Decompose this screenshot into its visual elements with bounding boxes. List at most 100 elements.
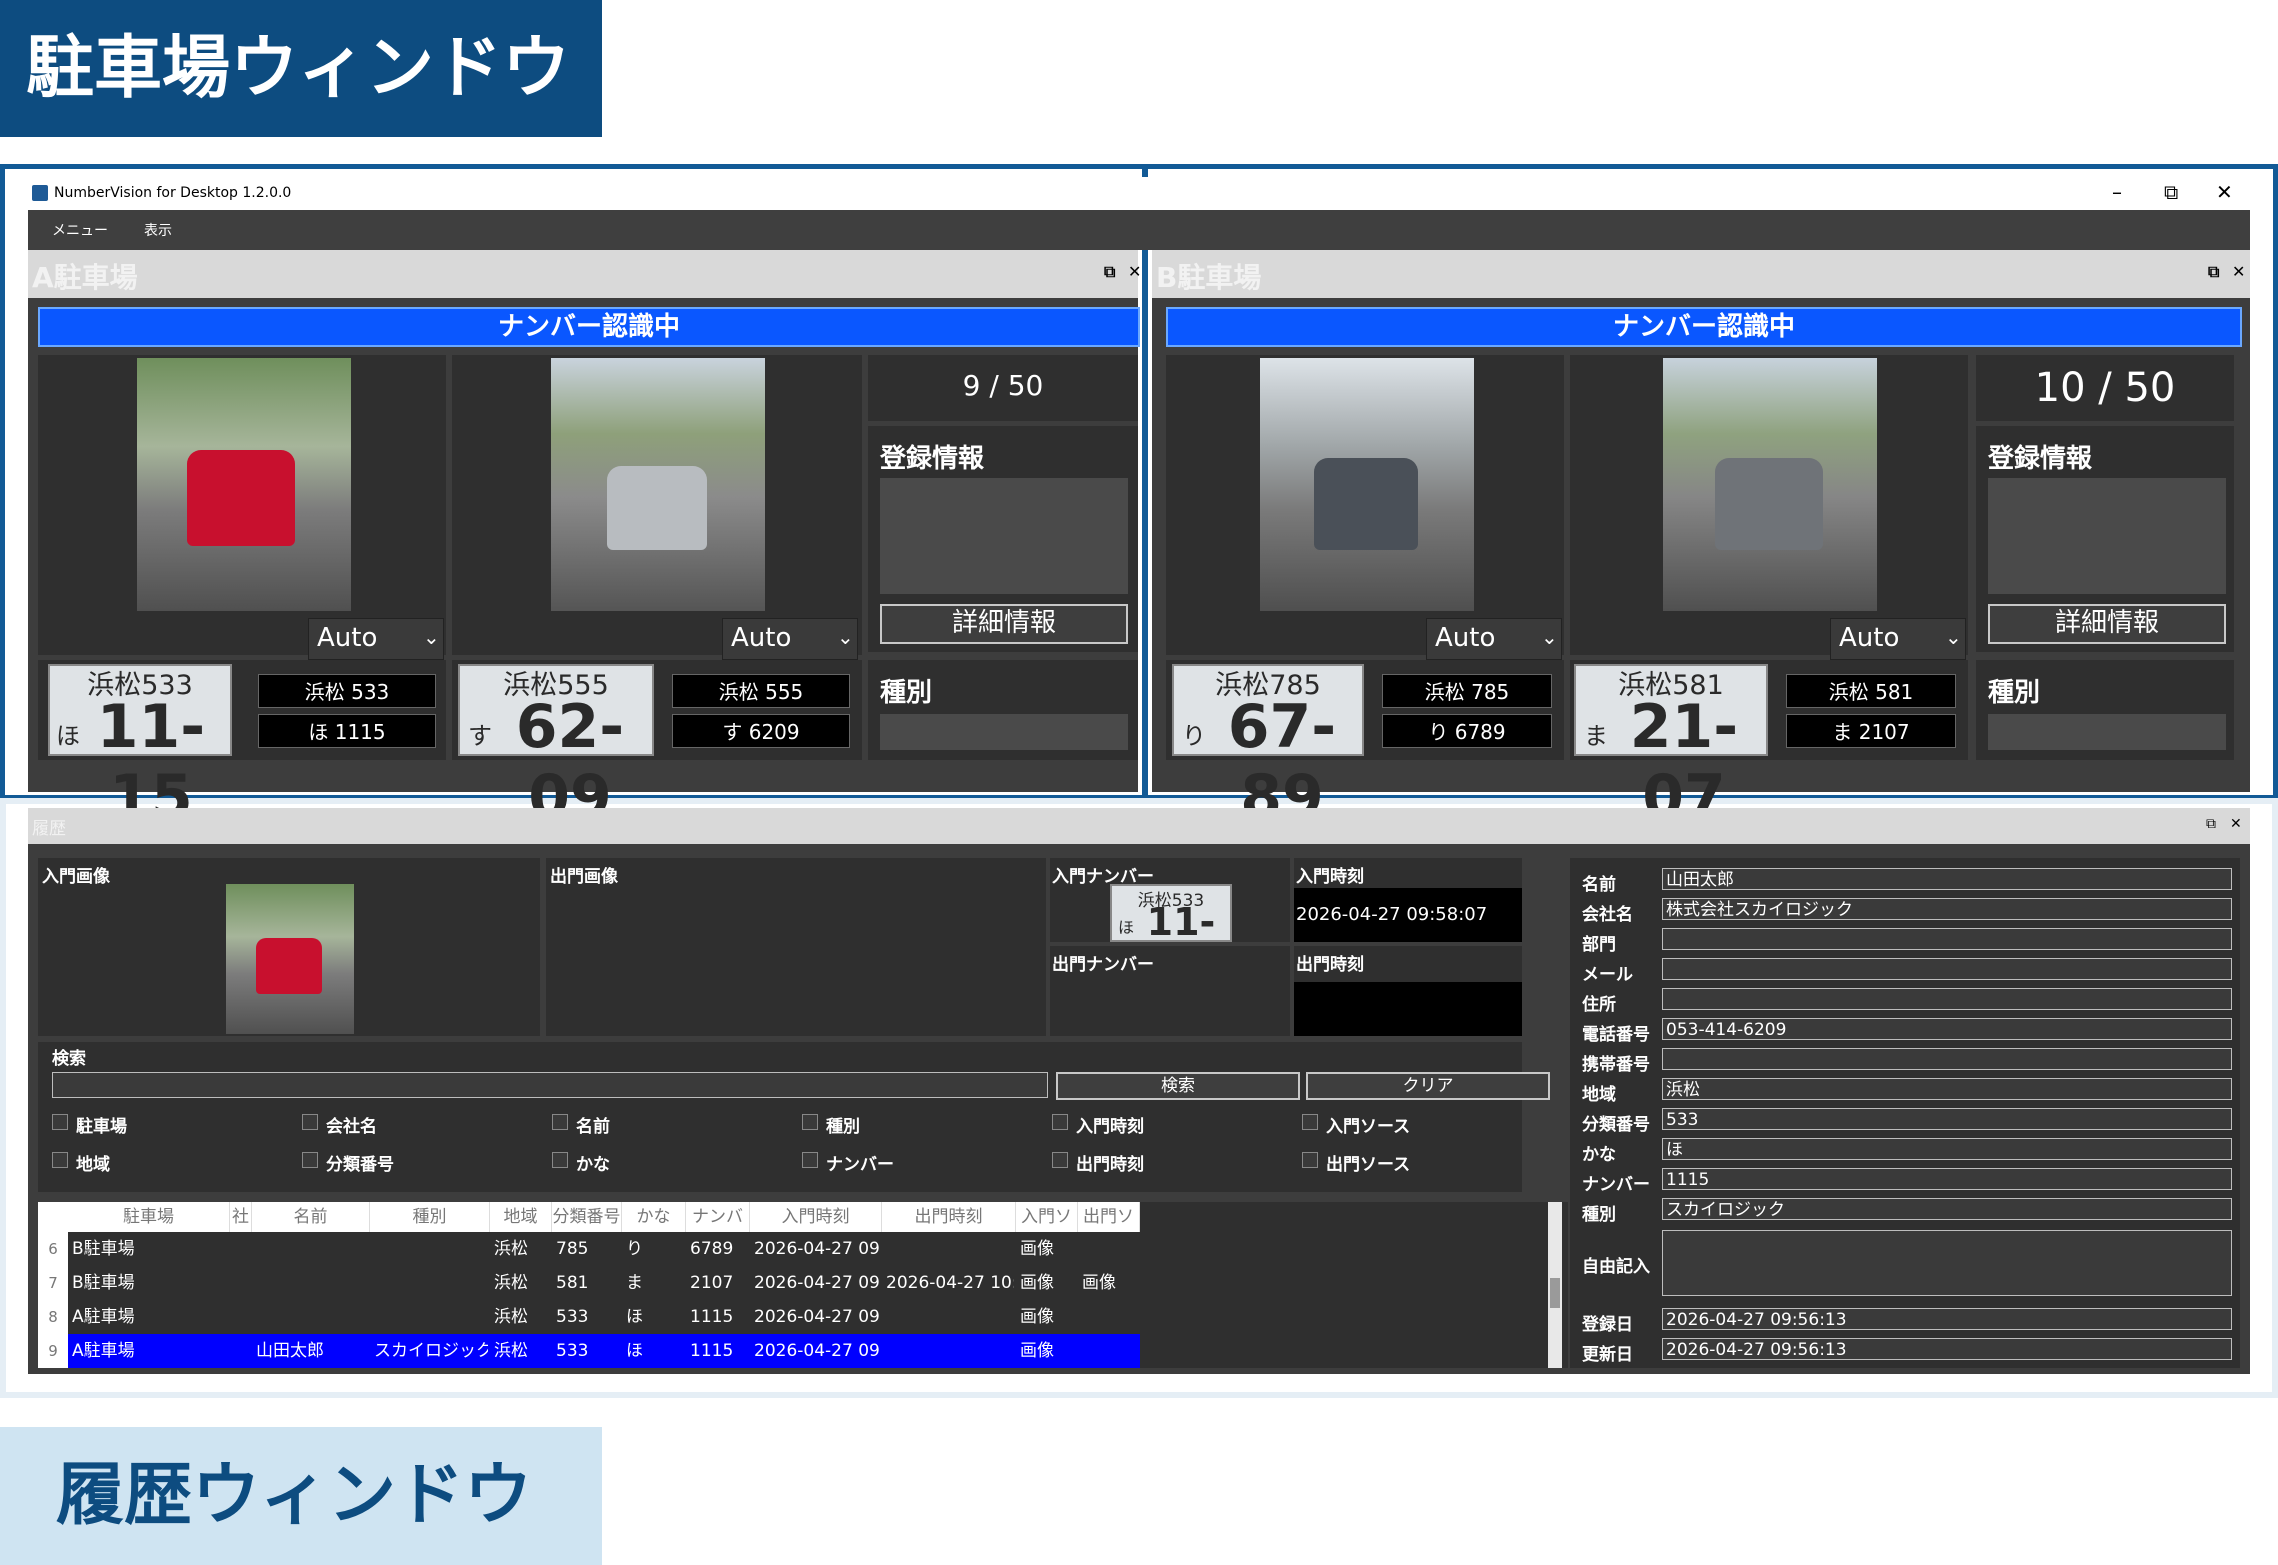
- column-header[interactable]: 出門ソース: [1078, 1202, 1140, 1257]
- app-title: NumberVision for Desktop 1.2.0.0: [54, 185, 292, 201]
- plate-number: 62-09: [515, 692, 625, 832]
- free-note-field[interactable]: [1662, 1230, 2232, 1296]
- column-header[interactable]: 入門ソース: [1016, 1202, 1078, 1257]
- search-button[interactable]: 検索: [1056, 1072, 1300, 1100]
- registered-field[interactable]: 2026-04-27 09:56:13: [1662, 1308, 2232, 1330]
- lot-a-cam2-mode-select[interactable]: Auto ⌄: [722, 618, 858, 660]
- table-cell: [374, 1232, 488, 1266]
- table-cell: 浜松: [494, 1341, 528, 1361]
- detail-field[interactable]: 053-414-6209: [1662, 1018, 2232, 1040]
- column-header[interactable]: 入門時刻: [750, 1202, 882, 1232]
- updated-field[interactable]: 2026-04-27 09:56:13: [1662, 1338, 2232, 1360]
- search-label: 検索: [52, 1049, 86, 1069]
- car-shape: [187, 450, 295, 546]
- lot-b-cam1-mode-select[interactable]: Auto ⌄: [1426, 618, 1562, 660]
- entry-plate-pane: 入門ナンバー 浜松533 ほ 11-15: [1050, 858, 1290, 988]
- registered-label: 登録日: [1582, 1315, 1633, 1335]
- filter-label: 種別: [826, 1117, 860, 1137]
- table-cell: 533: [556, 1307, 589, 1327]
- filter-checkbox[interactable]: [52, 1114, 68, 1130]
- detail-field[interactable]: ほ: [1662, 1138, 2232, 1160]
- column-header[interactable]: 種別: [370, 1202, 490, 1232]
- history-float-icon[interactable]: ⧉: [2206, 816, 2216, 832]
- filter-row-2: 地域 分類番号 かな ナンバー 出門時刻 出門ソース: [52, 1150, 1532, 1175]
- filter-checkbox[interactable]: [52, 1152, 68, 1168]
- close-window-button[interactable]: ✕: [2216, 180, 2233, 204]
- entry-time-label: 入門時刻: [1296, 867, 1364, 887]
- table-scrollbar[interactable]: [1548, 1202, 1562, 1368]
- lot-a-reg-panel: 登録情報 詳細情報: [868, 426, 1138, 652]
- minimize-button[interactable]: –: [2112, 180, 2122, 204]
- scrollbar-thumb[interactable]: [1550, 1278, 1560, 1308]
- filter-checkbox[interactable]: [802, 1114, 818, 1130]
- table-cell: [234, 1300, 250, 1334]
- parking-window-banner: 駐車場ウィンドウ: [0, 0, 602, 137]
- filter-checkbox[interactable]: [1302, 1152, 1318, 1168]
- column-header[interactable]: 分類番号: [552, 1202, 622, 1232]
- filter-checkbox[interactable]: [302, 1114, 318, 1130]
- filter-checkbox[interactable]: [1052, 1114, 1068, 1130]
- filter-checkbox[interactable]: [552, 1114, 568, 1130]
- filter-checkbox[interactable]: [1052, 1152, 1068, 1168]
- filter-checkbox[interactable]: [302, 1152, 318, 1168]
- detail-field[interactable]: [1662, 988, 2232, 1010]
- detail-field[interactable]: 株式会社スカイロジック: [1662, 898, 2232, 920]
- table-cell: 2026-04-27 09:50:25: [754, 1307, 880, 1327]
- plate-kana: す: [468, 722, 492, 750]
- table-cell: A駐車場: [72, 1341, 135, 1361]
- lot-b-cam2-mode-select[interactable]: Auto ⌄: [1830, 618, 1966, 660]
- detail-field[interactable]: スカイロジック: [1662, 1198, 2232, 1220]
- menu-bar: メニュー 表示: [28, 210, 2250, 250]
- column-header[interactable]: 地域: [490, 1202, 552, 1232]
- detail-label: 会社名: [1582, 905, 1633, 925]
- column-header[interactable]: ナンバー: [686, 1202, 750, 1257]
- entry-plate-image: 浜松533 ほ 11-15: [1110, 884, 1232, 988]
- filter-checkbox[interactable]: [552, 1152, 568, 1168]
- filter-label: 分類番号: [326, 1155, 394, 1175]
- lot-b-detail-button[interactable]: 詳細情報: [1988, 604, 2226, 644]
- detail-field[interactable]: [1662, 928, 2232, 950]
- lot-b-count: 10 / 50: [2034, 365, 2176, 411]
- clear-button[interactable]: クリア: [1306, 1072, 1550, 1100]
- detail-field[interactable]: 山田太郎: [1662, 868, 2232, 890]
- column-header[interactable]: 名前: [252, 1202, 370, 1232]
- lot-b-float-icon[interactable]: ⧉: [2208, 262, 2219, 282]
- lot-a-header: A駐車場 ⧉ ✕: [28, 250, 1141, 298]
- app-icon: [32, 185, 48, 201]
- history-close-icon[interactable]: ✕: [2230, 816, 2242, 832]
- menu-item-menu[interactable]: メニュー: [52, 220, 108, 240]
- exit-image-label: 出門画像: [550, 867, 618, 887]
- table-cell: ま: [626, 1273, 643, 1293]
- table-cell: 画像: [1020, 1341, 1054, 1361]
- column-header[interactable]: 社: [230, 1202, 252, 1232]
- table-cell: 画像: [1020, 1239, 1054, 1259]
- free-note-label: 自由記入: [1582, 1257, 1650, 1277]
- lot-a-detail-button[interactable]: 詳細情報: [880, 604, 1128, 644]
- search-input[interactable]: [52, 1072, 1048, 1098]
- entry-image: [226, 884, 354, 1034]
- filter-checkbox[interactable]: [802, 1152, 818, 1168]
- table-cell: 画像: [1020, 1273, 1054, 1293]
- detail-label: 名前: [1582, 875, 1616, 895]
- table-cell: [256, 1232, 368, 1266]
- lot-b-close-icon[interactable]: ✕: [2232, 262, 2245, 281]
- detail-label: メール: [1582, 965, 1633, 985]
- lot-a-cam1-mode-select[interactable]: Auto ⌄: [308, 618, 444, 660]
- column-header[interactable]: 駐車場: [68, 1202, 230, 1232]
- restore-button[interactable]: ⧉: [2164, 180, 2178, 204]
- detail-field[interactable]: 533: [1662, 1108, 2232, 1130]
- lot-a-close-icon[interactable]: ✕: [1128, 262, 1141, 281]
- detail-field[interactable]: 1115: [1662, 1168, 2232, 1190]
- table-cell: 浜松: [494, 1273, 528, 1293]
- column-header[interactable]: かな: [622, 1202, 686, 1232]
- filter-checkbox[interactable]: [1302, 1114, 1318, 1130]
- car-shape: [1715, 458, 1823, 550]
- details-panel: 名前 山田太郎 会社名 株式会社スカイロジック 部門 メール 住所 電話番号 053-414-6…: [1570, 858, 2240, 1368]
- detail-field[interactable]: [1662, 1048, 2232, 1070]
- column-header[interactable]: 出門時刻: [882, 1202, 1016, 1232]
- detail-field[interactable]: 浜松: [1662, 1078, 2232, 1100]
- detail-field[interactable]: [1662, 958, 2232, 980]
- menu-item-view[interactable]: 表示: [144, 220, 172, 240]
- lot-a-float-icon[interactable]: ⧉: [1104, 262, 1115, 282]
- table-cell: [886, 1334, 1014, 1368]
